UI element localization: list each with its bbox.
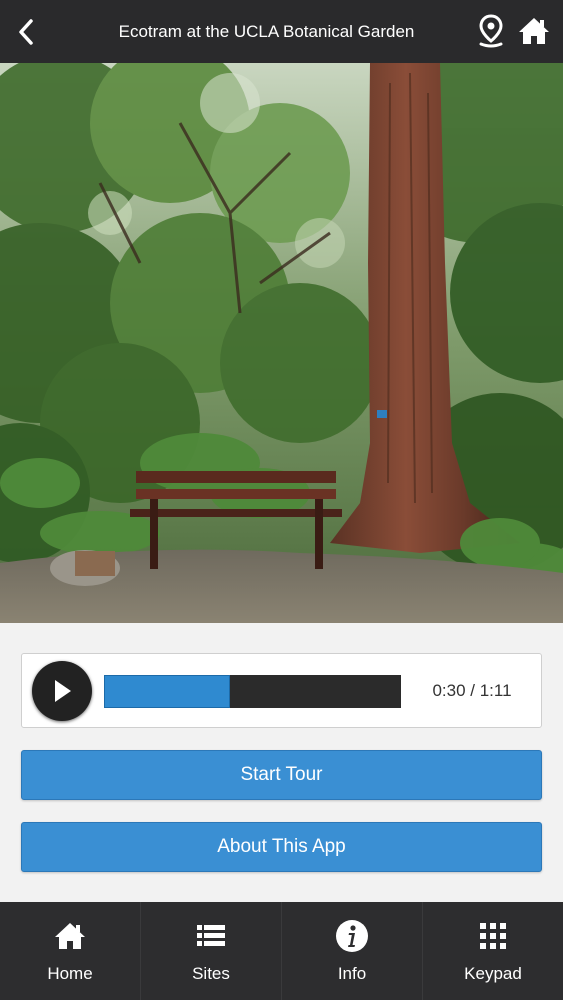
home-icon <box>55 923 85 949</box>
info-icon <box>336 920 368 952</box>
content-area: 0:30 / 1:11 Start Tour About This App <box>0 623 563 902</box>
keypad-icon <box>480 923 506 949</box>
about-app-button[interactable]: About This App <box>21 822 542 872</box>
audio-progress-bar[interactable] <box>104 675 401 708</box>
page-title: Ecotram at the UCLA Botanical Garden <box>118 22 415 41</box>
start-tour-button[interactable]: Start Tour <box>21 750 542 800</box>
app-header: Ecotram at the UCLA Botanical Garden <box>0 0 563 63</box>
tab-sites[interactable]: Sites <box>140 902 281 1000</box>
play-button[interactable] <box>32 661 92 721</box>
tab-label: Sites <box>192 964 230 983</box>
map-button[interactable] <box>474 13 508 49</box>
home-button[interactable] <box>515 13 553 49</box>
tab-home[interactable]: Home <box>0 902 140 1000</box>
tab-label: Info <box>337 964 367 983</box>
back-button[interactable] <box>10 14 42 50</box>
chevron-left-icon <box>19 19 33 45</box>
map-pin-icon <box>479 14 503 48</box>
home-icon <box>519 18 549 44</box>
tab-label: Home <box>47 964 93 983</box>
audio-progress-fill <box>104 675 230 708</box>
tab-label: Keypad <box>464 964 522 983</box>
audio-player: 0:30 / 1:11 <box>21 653 542 728</box>
garden-photo <box>0 63 563 623</box>
tab-keypad[interactable]: Keypad <box>422 902 563 1000</box>
play-icon <box>55 680 71 702</box>
bottom-tab-bar: Home Sites Info Keypad <box>0 902 563 1000</box>
tab-info[interactable]: Info <box>281 902 422 1000</box>
list-icon <box>197 925 225 946</box>
audio-time: 0:30 / 1:11 <box>432 681 512 700</box>
